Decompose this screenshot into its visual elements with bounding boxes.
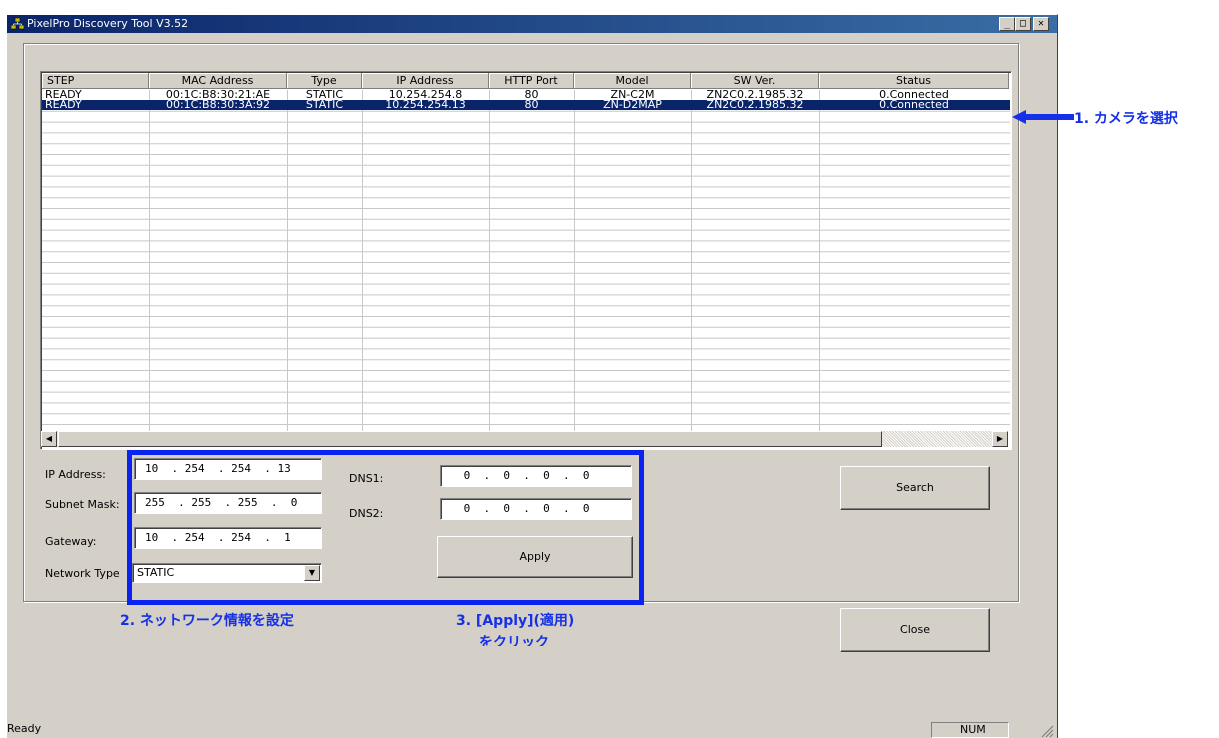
- scroll-right-icon[interactable]: ▶: [992, 431, 1008, 447]
- column-header-status[interactable]: Status: [819, 73, 1009, 89]
- cell-port: 80: [524, 90, 539, 100]
- cell-mac: 00:1C:B8:30:21:AE: [165, 90, 271, 100]
- resize-grip-icon[interactable]: [1040, 724, 1054, 738]
- cell-status: 0.Connected: [879, 100, 949, 110]
- arrow-left-icon: [1012, 110, 1074, 124]
- close-button[interactable]: Close: [840, 608, 990, 652]
- gateway-label: Gateway:: [45, 535, 97, 548]
- scroll-thumb[interactable]: [58, 431, 882, 447]
- cell-type: STATIC: [305, 90, 344, 100]
- list-rows: READY 00:1C:B8:30:21:AE STATIC 10.254.25…: [42, 90, 1010, 110]
- annotation-step1: 1. カメラを選択: [1074, 111, 1178, 127]
- cell-step: READY: [45, 100, 82, 110]
- num-lock-indicator: NUM: [931, 722, 1009, 738]
- camera-list[interactable]: STEP MAC Address Type IP Address HTTP Po…: [40, 71, 1012, 450]
- network-icon: [11, 18, 24, 30]
- status-bar: Ready: [7, 722, 1057, 738]
- annotation-step3-clip: をクリック: [455, 634, 615, 646]
- cell-port: 80: [524, 100, 539, 110]
- subnet-mask-label: Subnet Mask:: [45, 498, 120, 511]
- cell-mac: 00:1C:B8:30:3A:92: [165, 100, 271, 110]
- annotation-step3-line2: をクリック: [479, 635, 549, 646]
- cell-model: ZN-D2MAP: [603, 100, 662, 110]
- annotation-step3-line1: 3. [Apply](適用): [456, 613, 575, 629]
- search-button[interactable]: Search: [840, 466, 990, 510]
- status-text: Ready: [7, 722, 42, 735]
- cell-model: ZN-C2M: [610, 90, 655, 100]
- cell-type: STATIC: [305, 100, 344, 110]
- cell-swver: ZN2C0.2.1985.32: [706, 90, 804, 100]
- annotation-step2: 2. ネットワーク情報を設定: [120, 613, 294, 629]
- minimize-button[interactable]: _: [999, 17, 1015, 31]
- column-header-ip[interactable]: IP Address: [362, 73, 489, 89]
- ip-address-label: IP Address:: [45, 468, 106, 481]
- column-header-mac[interactable]: MAC Address: [149, 73, 287, 89]
- network-type-label: Network Type: [45, 567, 120, 580]
- list-header: STEP MAC Address Type IP Address HTTP Po…: [42, 73, 1009, 89]
- column-header-step[interactable]: STEP: [42, 73, 149, 89]
- window-title: PixelPro Discovery Tool V3.52: [27, 17, 189, 30]
- list-grid: [42, 90, 1010, 433]
- maximize-button[interactable]: □: [1015, 17, 1031, 31]
- cell-swver: ZN2C0.2.1985.32: [706, 100, 804, 110]
- table-row[interactable]: READY 00:1C:B8:30:21:AE STATIC 10.254.25…: [42, 90, 1010, 100]
- cell-ip: 10.254.254.8: [388, 90, 463, 100]
- column-header-model[interactable]: Model: [574, 73, 691, 89]
- close-window-button[interactable]: ✕: [1033, 17, 1049, 31]
- cell-step: READY: [45, 90, 82, 100]
- horizontal-scrollbar[interactable]: ◀ ▶: [41, 431, 1008, 447]
- scroll-track[interactable]: [882, 431, 991, 447]
- cell-ip: 10.254.254.13: [385, 100, 466, 110]
- column-header-type[interactable]: Type: [287, 73, 362, 89]
- column-header-port[interactable]: HTTP Port: [489, 73, 574, 89]
- table-row-selected[interactable]: READY 00:1C:B8:30:3A:92 STATIC 10.254.25…: [42, 100, 1010, 110]
- title-bar[interactable]: PixelPro Discovery Tool V3.52 _ □ ✕: [7, 15, 1057, 33]
- column-header-swver[interactable]: SW Ver.: [691, 73, 819, 89]
- scroll-left-icon[interactable]: ◀: [41, 431, 57, 447]
- cell-status: 0.Connected: [879, 90, 949, 100]
- network-settings-highlight: [127, 450, 644, 605]
